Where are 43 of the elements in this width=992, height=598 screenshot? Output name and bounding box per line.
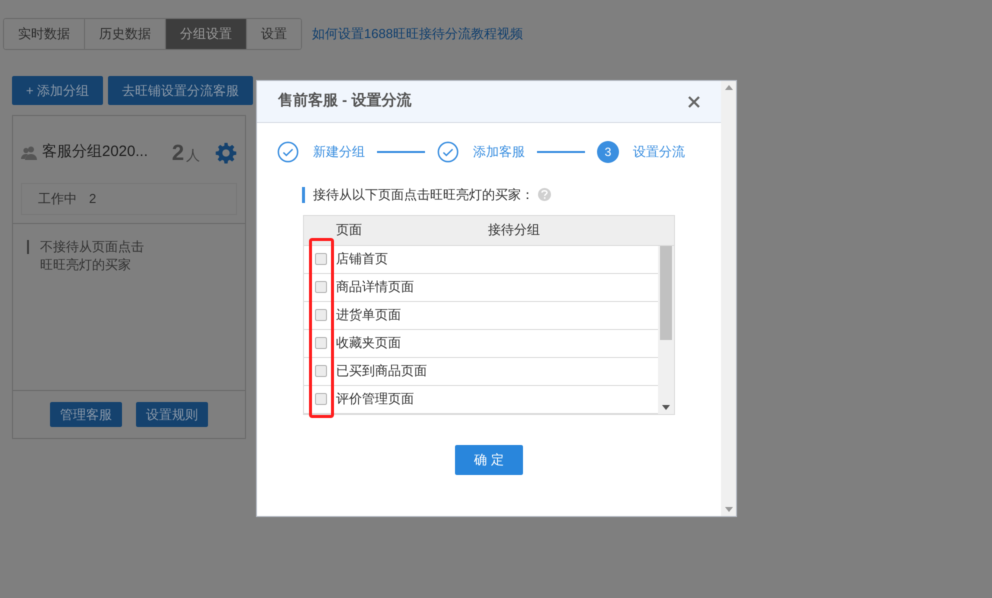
member-unit: 人: [186, 146, 200, 165]
tab[interactable]: 设置: [246, 19, 301, 49]
dialog-title: 售前客服 - 设置分流: [278, 91, 412, 112]
help-icon[interactable]: [538, 188, 551, 202]
page-name: 店铺首页: [336, 250, 388, 268]
scroll-up-icon[interactable]: [724, 85, 732, 90]
step-label: 设置分流: [633, 143, 685, 162]
page-name: 评价管理页面: [336, 390, 414, 408]
status-label: 工作中: [38, 190, 77, 208]
step-label: 新建分组: [313, 143, 365, 162]
member-count: 2: [172, 139, 184, 167]
action-button[interactable]: 去旺铺设置分流客服: [108, 76, 254, 105]
column-header: 接待分组: [488, 221, 540, 240]
column-header: 页面: [336, 221, 363, 240]
confirm-button[interactable]: 确 定: [455, 444, 523, 474]
step-label: 添加客服: [473, 143, 525, 162]
page-name: 已买到商品页面: [336, 362, 427, 380]
row-checkbox[interactable]: [315, 337, 327, 349]
scroll-thumb[interactable]: [660, 246, 672, 340]
group-note: 不接待从页面点击旺旺亮灯的买家: [40, 238, 145, 274]
page-name: 商品详情页面: [336, 278, 414, 296]
tab[interactable]: 分组设置: [165, 19, 246, 49]
card-button[interactable]: 管理客服: [50, 402, 122, 427]
scroll-down-icon[interactable]: [662, 404, 670, 410]
card-button[interactable]: 设置规则: [136, 402, 208, 427]
row-checkbox[interactable]: [315, 393, 327, 405]
row-checkbox[interactable]: [315, 309, 327, 321]
page-name: 收藏夹页面: [336, 334, 401, 352]
row-checkbox[interactable]: [315, 281, 327, 293]
check-circle-icon: [277, 141, 299, 163]
step-number: 3: [597, 141, 619, 163]
users-icon: [21, 144, 37, 160]
settings-icon[interactable]: [215, 142, 237, 164]
section-label: 接待从以下页面点击旺旺亮灯的买家：: [313, 186, 534, 204]
action-button[interactable]: + 添加分组: [12, 76, 104, 105]
help-link[interactable]: 如何设置1688旺旺接待分流教程视频: [312, 24, 523, 44]
check-circle-icon: [437, 141, 459, 163]
status-count: 2: [89, 190, 96, 208]
page-name: 进货单页面: [336, 306, 401, 324]
row-checkbox[interactable]: [315, 365, 327, 377]
close-icon[interactable]: [688, 96, 700, 108]
group-name: 客服分组2020...: [42, 142, 148, 162]
row-checkbox[interactable]: [315, 253, 327, 265]
